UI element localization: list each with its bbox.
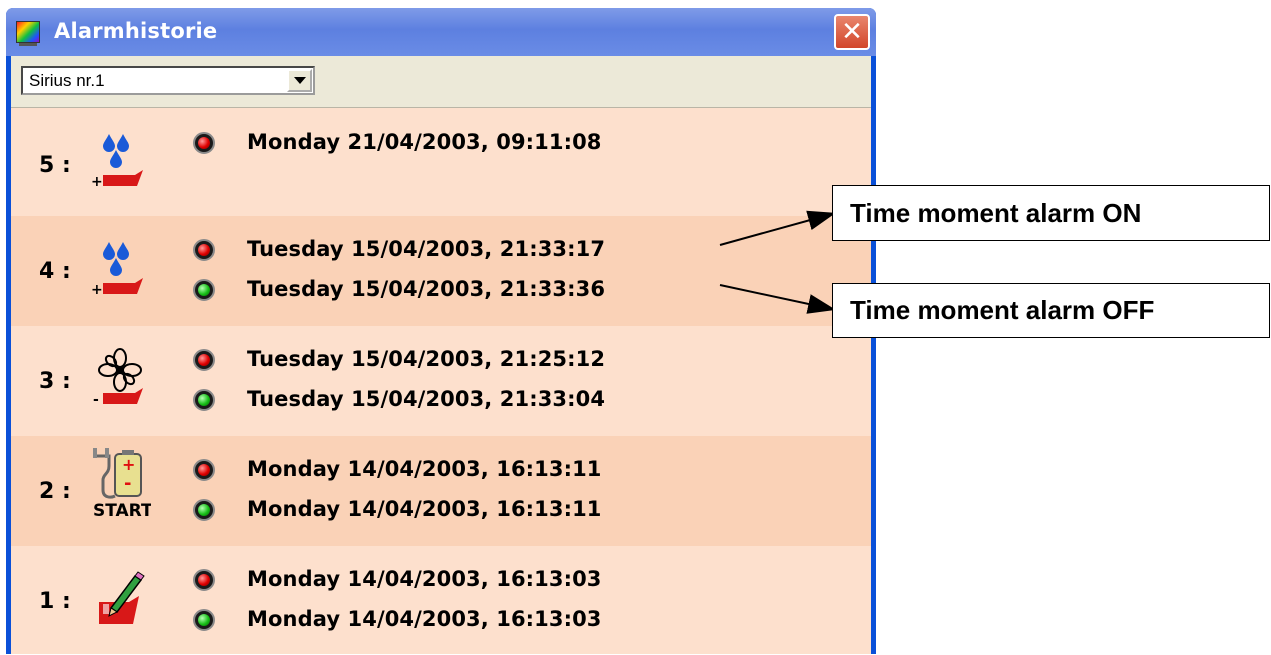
callout-alarm-off: Time moment alarm OFF [832, 283, 1270, 338]
arrow-off [719, 284, 836, 314]
callout-alarm-on: Time moment alarm ON [832, 185, 1270, 241]
arrow-on [719, 210, 836, 246]
